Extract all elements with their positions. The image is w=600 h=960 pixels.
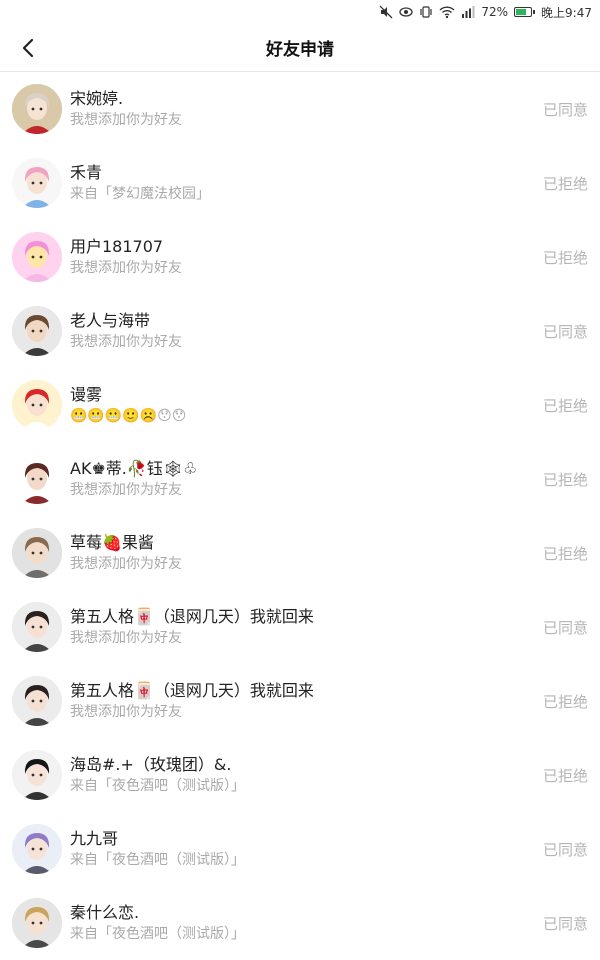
nav-bar: 好友申请 [0,24,600,72]
friend-request-item[interactable]: 禾青 来自「梦幻魔法校园」 已拒绝 [0,146,600,220]
avatar[interactable] [12,158,62,208]
avatar[interactable] [12,232,62,282]
requester-name: 宋婉婷. [70,89,124,108]
request-status: 已拒绝 [542,396,588,415]
friend-request-item[interactable]: 老人与海带 我想添加你为好友 已同意 [0,294,600,368]
request-info: 禾青来自「梦幻魔法校园」 [70,162,535,204]
requester-name: 草莓🍓果酱 [70,533,154,552]
request-message: 来自「夜色酒吧（测试版）」 [70,778,245,794]
request-info: AK♚蒂.🥀钰🕸♧ 我想添加你为好友 [70,458,535,500]
request-status: 已同意 [542,618,588,637]
request-message: 😬😬😬🙂☹️😯😯 [70,408,187,424]
request-message: 来自「夜色酒吧（测试版）」 [70,926,245,942]
page-title: 好友申请 [266,40,334,60]
request-info: 第五人格🀄（退网几天）我就回来 我想添加你为好友 [70,606,535,648]
request-info: 九九哥来自「夜色酒吧（测试版）」 [70,828,535,870]
friend-request-item[interactable]: 谩雾 😬😬😬🙂☹️😯😯 已拒绝 [0,368,600,442]
requester-name: 九九哥 [70,829,119,848]
requester-name: 第五人格🀄（退网几天）我就回来 [70,681,314,700]
friend-request-item[interactable]: 草莓🍓果酱 我想添加你为好友 已拒绝 [0,516,600,590]
avatar[interactable] [12,528,62,578]
friend-request-item[interactable]: AK♚蒂.🥀钰🕸♧ 我想添加你为好友 已拒绝 [0,442,600,516]
request-status: 已拒绝 [542,692,588,711]
avatar[interactable] [12,306,62,356]
requester-name: 用户181707 [70,237,164,256]
requester-name: 谩雾 [70,385,103,404]
friend-request-item[interactable]: 第五人格🀄（退网几天）我就回来 我想添加你为好友 已拒绝 [0,664,600,738]
mute-icon [379,5,393,19]
wifi-icon [439,5,455,19]
request-status: 已拒绝 [542,766,588,785]
request-status: 已拒绝 [542,174,588,193]
friend-request-item[interactable]: 九九哥 来自「夜色酒吧（测试版）」 已同意 [0,812,600,886]
friend-request-item[interactable]: 秦什么恋. 来自「夜色酒吧（测试版）」 已同意 [0,886,600,960]
request-message: 我想添加你为好友 [70,260,182,276]
avatar[interactable] [12,454,62,504]
request-message: 我想添加你为好友 [70,334,182,350]
request-status: 已同意 [542,840,588,859]
request-message: 我想添加你为好友 [70,630,182,646]
request-status: 已拒绝 [542,470,588,489]
requester-name: 第五人格🀄（退网几天）我就回来 [70,607,314,626]
request-status: 已同意 [542,322,588,341]
battery-icon [514,7,536,17]
friend-request-item[interactable]: 用户181707 我想添加你为好友 已拒绝 [0,220,600,294]
request-info: 宋婉婷. 我想添加你为好友 [70,88,535,130]
request-info: 草莓🍓果酱我想添加你为好友 [70,532,535,574]
friend-request-item[interactable]: 第五人格🀄（退网几天）我就回来 我想添加你为好友 已同意 [0,590,600,664]
request-info: 谩雾 😬😬😬🙂☹️😯😯 [70,384,535,426]
request-status: 已拒绝 [542,248,588,267]
friend-request-item[interactable]: 宋婉婷. 我想添加你为好友 已同意 [0,72,600,146]
request-info: 老人与海带我想添加你为好友 [70,310,535,352]
request-status: 已拒绝 [542,544,588,563]
battery-percent: 72% [481,5,509,19]
request-message: 我想添加你为好友 [70,704,182,720]
signal-icon [461,5,475,19]
request-info: 用户181707 我想添加你为好友 [70,236,535,278]
avatar[interactable] [12,380,62,430]
request-info: 秦什么恋. 来自「夜色酒吧（测试版）」 [70,902,535,944]
request-message: 我想添加你为好友 [70,556,182,572]
request-message: 来自「夜色酒吧（测试版）」 [70,852,245,868]
eye-icon [399,5,414,19]
requester-name: 禾青 [70,163,103,182]
chevron-left-icon [22,38,34,58]
requester-name: 秦什么恋. [70,903,140,922]
clock: 晚上9:47 [541,5,592,20]
request-message: 来自「梦幻魔法校园」 [70,186,210,202]
request-status: 已同意 [542,100,588,119]
request-message: 我想添加你为好友 [70,112,182,128]
vibrate-icon [419,5,433,19]
requester-name: AK♚蒂.🥀钰🕸♧ [70,459,198,478]
avatar[interactable] [12,676,62,726]
request-message: 我想添加你为好友 [70,482,182,498]
avatar[interactable] [12,898,62,948]
request-status: 已同意 [542,914,588,933]
status-bar: 72% 晚上9:47 [0,0,600,24]
avatar[interactable] [12,602,62,652]
avatar[interactable] [12,824,62,874]
request-info: 海岛#.+（玫瑰团）&. 来自「夜色酒吧（测试版）」 [70,754,535,796]
avatar[interactable] [12,750,62,800]
back-button[interactable] [12,32,44,64]
friend-request-list: 宋婉婷. 我想添加你为好友 已同意 禾青 来自「梦幻魔法校园」 已拒绝 用户181707 我想… [0,72,600,960]
requester-name: 老人与海带 [70,311,151,330]
requester-name: 海岛#.+（玫瑰团）&. [70,755,232,774]
avatar[interactable] [12,84,62,134]
friend-request-item[interactable]: 海岛#.+（玫瑰团）&. 来自「夜色酒吧（测试版）」 已拒绝 [0,738,600,812]
request-info: 第五人格🀄（退网几天）我就回来 我想添加你为好友 [70,680,535,722]
